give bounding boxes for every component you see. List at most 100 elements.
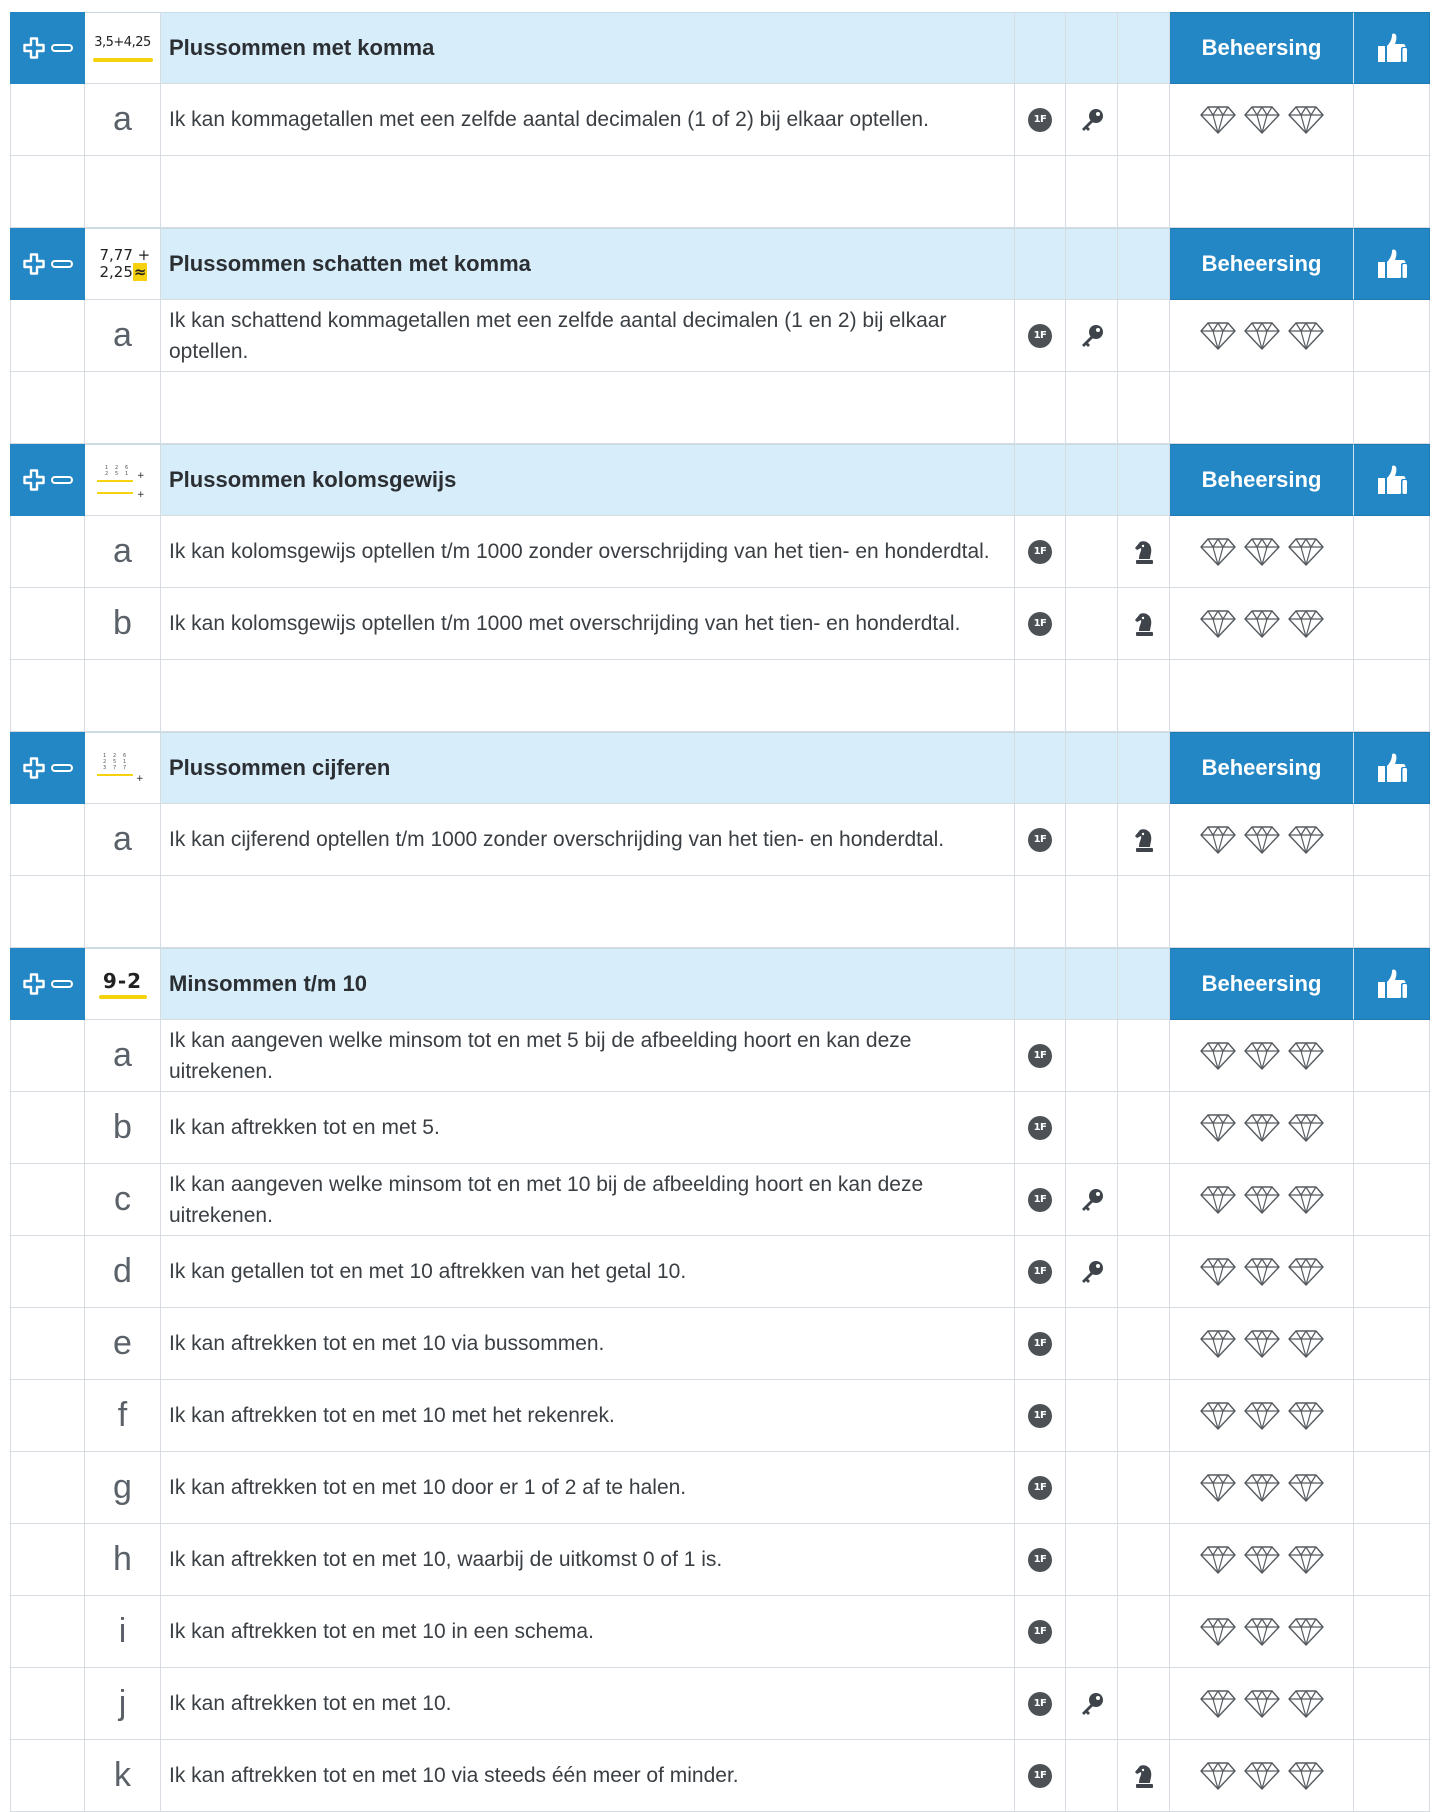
mastery-header: Beheersing: [1170, 12, 1354, 84]
approval-cell[interactable]: [1354, 1092, 1430, 1164]
diamond-icon[interactable]: [1287, 1257, 1324, 1287]
diamond-icon[interactable]: [1243, 1041, 1280, 1071]
approval-cell[interactable]: [1354, 804, 1430, 876]
approval-cell[interactable]: [1354, 300, 1430, 372]
diamond-icon[interactable]: [1243, 1545, 1280, 1575]
diamond-icon[interactable]: [1287, 1329, 1324, 1359]
goal-letter: h: [85, 1524, 161, 1596]
diamond-icon[interactable]: [1199, 1185, 1236, 1215]
minus-icon[interactable]: [50, 476, 73, 484]
knight-cell: [1118, 1092, 1170, 1164]
diamond-icon[interactable]: [1199, 1617, 1236, 1647]
approval-cell[interactable]: [1354, 1164, 1430, 1236]
diamond-icon[interactable]: [1287, 321, 1324, 351]
approval-cell[interactable]: [1354, 1308, 1430, 1380]
diamond-icon[interactable]: [1243, 1401, 1280, 1431]
thumbs-up-icon[interactable]: [1354, 732, 1430, 804]
goal-text: Ik kan aftrekken tot en met 10 met het r…: [161, 1380, 1015, 1452]
approval-cell[interactable]: [1354, 1452, 1430, 1524]
minus-icon[interactable]: [50, 260, 73, 268]
level-1f-badge: 1F: [1028, 1763, 1052, 1788]
minus-icon[interactable]: [50, 764, 73, 772]
plus-icon[interactable]: [22, 757, 45, 779]
thumbs-up-icon[interactable]: [1354, 948, 1430, 1020]
diamond-icon[interactable]: [1199, 825, 1236, 855]
knight-column-header: [1118, 444, 1170, 516]
level-1f-badge: 1F: [1028, 1043, 1052, 1068]
diamond-icon[interactable]: [1287, 1113, 1324, 1143]
diamond-icon[interactable]: [1287, 1401, 1324, 1431]
level-column-header: [1015, 948, 1066, 1020]
goal-text: Ik kan kommagetallen met een zelfde aant…: [161, 84, 1015, 156]
plus-icon[interactable]: [22, 973, 45, 995]
diamond-icon[interactable]: [1199, 1113, 1236, 1143]
approval-cell[interactable]: [1354, 1596, 1430, 1668]
diamond-icon[interactable]: [1243, 1761, 1280, 1791]
diamond-icon[interactable]: [1287, 105, 1324, 135]
diamond-icon[interactable]: [1243, 825, 1280, 855]
plus-icon[interactable]: [22, 253, 45, 275]
approval-cell[interactable]: [1354, 1668, 1430, 1740]
diamond-icon[interactable]: [1199, 1473, 1236, 1503]
approval-cell[interactable]: [1354, 1380, 1430, 1452]
diamond-icon[interactable]: [1243, 537, 1280, 567]
level-column-header: [1015, 444, 1066, 516]
section-title: Plussommen cijferen: [161, 732, 1015, 804]
diamond-icon[interactable]: [1287, 1185, 1324, 1215]
diamond-icon[interactable]: [1287, 1041, 1324, 1071]
diamond-icon[interactable]: [1199, 537, 1236, 567]
diamond-icon[interactable]: [1199, 1761, 1236, 1791]
goal-spacer-cell: [10, 300, 85, 372]
diamond-icon[interactable]: [1243, 105, 1280, 135]
key-cell: [1066, 1524, 1118, 1596]
diamond-icon[interactable]: [1243, 609, 1280, 639]
thumbs-up-icon[interactable]: [1354, 228, 1430, 300]
diamond-icon[interactable]: [1243, 1617, 1280, 1647]
diamond-icon[interactable]: [1199, 1329, 1236, 1359]
chess-knight-icon: [1132, 539, 1156, 565]
diamond-icon[interactable]: [1243, 321, 1280, 351]
level-cell: 1F: [1015, 1524, 1066, 1596]
diamond-icon[interactable]: [1199, 1257, 1236, 1287]
diamond-icon[interactable]: [1199, 609, 1236, 639]
diamond-icon[interactable]: [1287, 609, 1324, 639]
diamond-icon[interactable]: [1287, 825, 1324, 855]
approval-cell[interactable]: [1354, 1524, 1430, 1596]
section-title: Plussommen met komma: [161, 12, 1015, 84]
diamond-icon[interactable]: [1287, 1617, 1324, 1647]
key-icon: [1079, 1259, 1105, 1285]
plus-icon[interactable]: [22, 469, 45, 491]
diamond-icon[interactable]: [1243, 1113, 1280, 1143]
approval-cell[interactable]: [1354, 516, 1430, 588]
diamond-icon[interactable]: [1243, 1473, 1280, 1503]
svg-text:3: 3: [103, 765, 106, 771]
spacer-cell: [1066, 660, 1118, 732]
diamond-icon[interactable]: [1199, 321, 1236, 351]
diamond-icon[interactable]: [1287, 1545, 1324, 1575]
thumbs-up-icon[interactable]: [1354, 444, 1430, 516]
approval-cell[interactable]: [1354, 1236, 1430, 1308]
goal-letter: k: [85, 1740, 161, 1812]
diamond-icon[interactable]: [1199, 1041, 1236, 1071]
diamond-icon[interactable]: [1243, 1185, 1280, 1215]
diamond-icon[interactable]: [1287, 537, 1324, 567]
section-title: Minsommen t/m 10: [161, 948, 1015, 1020]
approval-cell[interactable]: [1354, 1740, 1430, 1812]
minus-icon[interactable]: [50, 44, 73, 52]
diamond-icon[interactable]: [1287, 1473, 1324, 1503]
thumbs-up-icon[interactable]: [1354, 12, 1430, 84]
diamond-icon[interactable]: [1243, 1257, 1280, 1287]
diamond-icon[interactable]: [1243, 1689, 1280, 1719]
diamond-icon[interactable]: [1287, 1689, 1324, 1719]
diamond-icon[interactable]: [1199, 1401, 1236, 1431]
approval-cell[interactable]: [1354, 84, 1430, 156]
diamond-icon[interactable]: [1243, 1329, 1280, 1359]
minus-icon[interactable]: [50, 980, 73, 988]
plus-icon[interactable]: [22, 37, 45, 59]
diamond-icon[interactable]: [1199, 1545, 1236, 1575]
approval-cell[interactable]: [1354, 1020, 1430, 1092]
approval-cell[interactable]: [1354, 588, 1430, 660]
diamond-icon[interactable]: [1199, 105, 1236, 135]
diamond-icon[interactable]: [1287, 1761, 1324, 1791]
diamond-icon[interactable]: [1199, 1689, 1236, 1719]
